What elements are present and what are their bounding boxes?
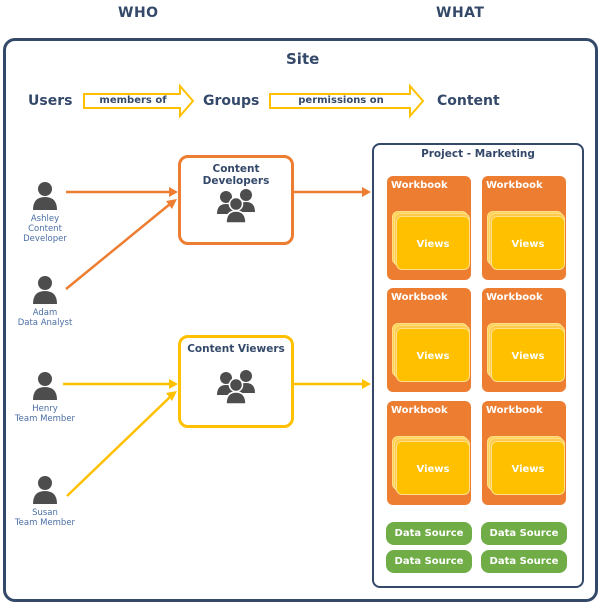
user-role: Team Member: [14, 414, 76, 424]
user-name: Susan: [32, 508, 58, 518]
person-icon: [33, 276, 57, 304]
data-source-button[interactable]: Data Source: [481, 522, 567, 545]
data-source-button[interactable]: Data Source: [386, 522, 472, 545]
group-content-developers[interactable]: Content Developers: [178, 155, 294, 245]
views-label: Views: [416, 464, 450, 475]
user-name: Adam: [32, 308, 58, 318]
workbook-card[interactable]: Workbook Views: [482, 176, 566, 280]
workbook-card[interactable]: Workbook Views: [387, 176, 471, 280]
views-label: Views: [511, 239, 545, 250]
user-role: Data Analyst: [17, 318, 73, 328]
workbook-card[interactable]: Workbook Views: [387, 401, 471, 505]
workbook-title: Workbook: [391, 292, 448, 303]
data-source-button[interactable]: Data Source: [386, 550, 472, 573]
group-content-viewers[interactable]: Content Viewers: [178, 335, 294, 428]
arrowhead: [362, 187, 371, 197]
arrowhead: [362, 379, 371, 389]
permissions-on-label: permissions on: [298, 95, 384, 106]
person-icon: [33, 372, 57, 400]
group-title: Content Developers: [202, 163, 270, 187]
views-card[interactable]: Views: [491, 441, 565, 495]
views-label: Views: [416, 351, 450, 362]
susan-to-viewers-line: [66, 396, 171, 497]
views-card[interactable]: Views: [396, 216, 470, 270]
views-label: Views: [511, 351, 545, 362]
user-ashley[interactable]: Ashley Content Developer: [10, 180, 80, 244]
adam-to-developers-line: [65, 203, 171, 290]
project-title: Project - Marketing: [421, 148, 535, 160]
arrowhead: [169, 379, 178, 389]
workbook-title: Workbook: [391, 180, 448, 191]
user-name: Henry: [32, 404, 58, 414]
workbook-title: Workbook: [391, 405, 448, 416]
workbook-title: Workbook: [486, 405, 543, 416]
user-henry[interactable]: Henry Team Member: [10, 370, 80, 424]
group-icon: [217, 370, 255, 405]
data-source-button[interactable]: Data Source: [481, 550, 567, 573]
workbook-title: Workbook: [486, 180, 543, 191]
workbook-card[interactable]: Workbook Views: [482, 288, 566, 392]
user-role: Team Member: [14, 518, 76, 528]
views-card[interactable]: Views: [396, 441, 470, 495]
workbook-card[interactable]: Workbook Views: [482, 401, 566, 505]
user-susan[interactable]: Susan Team Member: [10, 474, 80, 528]
views-label: Views: [511, 464, 545, 475]
views-card[interactable]: Views: [396, 328, 470, 382]
group-title: Content Viewers: [187, 343, 285, 355]
views-label: Views: [416, 239, 450, 250]
user-adam[interactable]: Adam Data Analyst: [10, 274, 80, 328]
person-icon: [33, 182, 57, 210]
user-name: Ashley: [30, 214, 60, 224]
members-of-label: members of: [99, 95, 167, 106]
views-card[interactable]: Views: [491, 216, 565, 270]
user-role: Content Developer: [23, 224, 67, 244]
views-card[interactable]: Views: [491, 328, 565, 382]
arrowhead: [169, 187, 178, 197]
workbook-title: Workbook: [486, 292, 543, 303]
group-icon: [217, 189, 255, 224]
person-icon: [33, 476, 57, 504]
workbook-card[interactable]: Workbook Views: [387, 288, 471, 392]
